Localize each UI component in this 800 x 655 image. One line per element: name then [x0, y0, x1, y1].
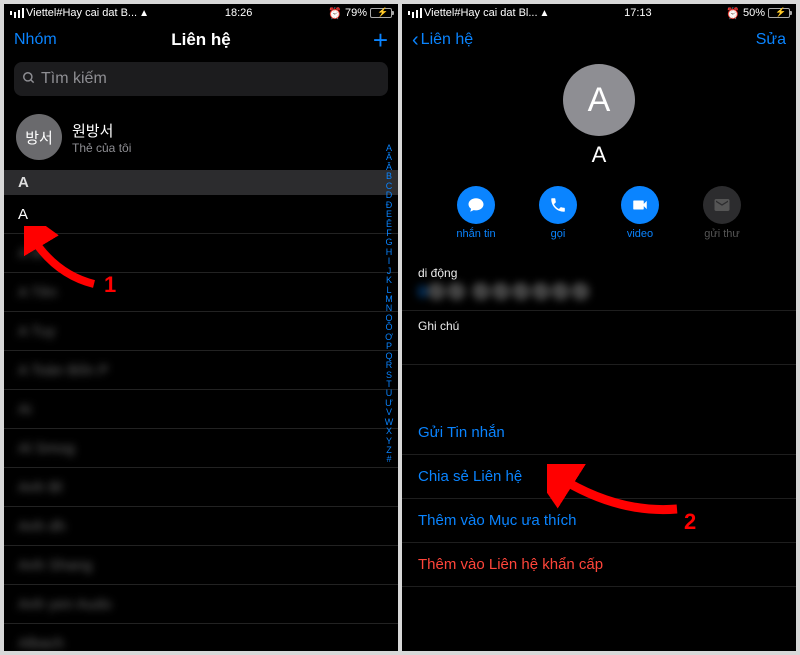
contact-row[interactable]: Anh dh [4, 507, 398, 546]
status-bar: Viettel#Hay cai dat B... ▲ 18:26 ⏰ 79% ⚡ [4, 4, 398, 22]
contact-name: A [402, 142, 796, 168]
contact-row-label: Al Smog [18, 440, 75, 457]
video-icon [621, 186, 659, 224]
contact-row[interactable]: A [4, 195, 398, 234]
search-input[interactable]: Tìm kiếm [14, 62, 388, 96]
contact-row-label: Albach [18, 635, 64, 652]
battery-pct: 79% [345, 7, 367, 19]
contact-row[interactable]: A Tuy [4, 312, 398, 351]
contact-row[interactable]: A M [4, 234, 398, 273]
page-title: Liên hệ [4, 30, 398, 50]
carrier-text: Viettel#Hay cai dat Bl... [424, 7, 538, 19]
groups-button[interactable]: Nhóm [14, 31, 57, 49]
contact-row[interactable]: Anh yen Audo [4, 585, 398, 624]
contact-row-label: Anh Shang [18, 557, 92, 574]
contact-row-label: Anh dh [18, 518, 66, 535]
mobile-value: 0⚫⚫ ⚫⚫⚫⚫⚫⚫ [418, 282, 780, 302]
emergency-row[interactable]: Thêm vào Liên hệ khẩn cấp [402, 543, 796, 587]
avatar: 방서 [16, 114, 62, 160]
contact-row-label: A Toàn Bốn P [18, 362, 109, 379]
contact-avatar[interactable]: A [563, 64, 635, 136]
contact-row[interactable]: Al Smog [4, 429, 398, 468]
call-action[interactable]: gọi [528, 186, 588, 240]
status-bar: Viettel#Hay cai dat Bl... ▲ 17:13 ⏰ 50% … [402, 4, 796, 22]
status-time: 17:13 [624, 7, 652, 19]
mail-label: gửi thư [704, 228, 740, 240]
battery-pct: 50% [743, 7, 765, 19]
wifi-icon: ▲ [139, 8, 149, 19]
contact-row[interactable]: Ai [4, 390, 398, 429]
annotation-step-2: 2 [684, 509, 696, 535]
status-time: 18:26 [225, 7, 253, 19]
battery-icon: ⚡ [370, 8, 392, 18]
share-contact-row[interactable]: Chia sẻ Liên hệ [402, 455, 796, 499]
back-label: Liên hệ [421, 31, 474, 49]
nav-bar: Nhóm Liên hệ + [4, 22, 398, 58]
edit-button[interactable]: Sửa [756, 31, 786, 49]
my-card-name: 원방서 [72, 120, 131, 141]
contact-row[interactable]: Anh Shang [4, 546, 398, 585]
send-message-row[interactable]: Gửi Tin nhắn [402, 411, 796, 455]
notes-field[interactable]: Ghi chú [402, 311, 796, 365]
contact-row[interactable]: Albach [4, 624, 398, 651]
contact-row-label: A [18, 206, 28, 223]
call-label: gọi [551, 228, 566, 240]
contact-row-label: Anh Bl [18, 479, 62, 496]
section-header-a: A [4, 170, 398, 195]
mail-action: gửi thư [692, 186, 752, 240]
my-card[interactable]: 방서 원방서 Thẻ của tôi [4, 104, 398, 170]
contact-row-label: A Tên [18, 284, 57, 301]
action-row: nhắn tin gọi video gửi thư [402, 186, 796, 240]
search-icon [22, 71, 36, 88]
mobile-field[interactable]: di động 0⚫⚫ ⚫⚫⚫⚫⚫⚫ [402, 258, 796, 311]
alarm-icon: ⏰ [328, 7, 342, 20]
alarm-icon: ⏰ [726, 7, 740, 20]
video-action[interactable]: video [610, 186, 670, 240]
contact-row-label: A Tuy [18, 323, 56, 340]
battery-icon: ⚡ [768, 8, 790, 18]
contact-row-label: Ai [18, 401, 31, 418]
contacts-list-screen: Viettel#Hay cai dat B... ▲ 18:26 ⏰ 79% ⚡… [4, 4, 398, 651]
annotation-step-1: 1 [104, 272, 116, 298]
notes-label: Ghi chú [418, 319, 780, 333]
video-label: video [627, 228, 653, 240]
contact-row[interactable]: A Toàn Bốn P [4, 351, 398, 390]
contact-row-label: A M [18, 245, 44, 262]
nav-bar: ‹ Liên hệ Sửa [402, 22, 796, 58]
mail-icon [703, 186, 741, 224]
mobile-label: di động [418, 266, 780, 280]
contact-row-label: Anh yen Audo [18, 596, 111, 613]
contact-row[interactable]: Anh Bl [4, 468, 398, 507]
wifi-icon: ▲ [540, 8, 550, 19]
contact-detail-screen: Viettel#Hay cai dat Bl... ▲ 17:13 ⏰ 50% … [402, 4, 796, 651]
message-action[interactable]: nhắn tin [446, 186, 506, 240]
back-button[interactable]: ‹ Liên hệ [412, 31, 473, 49]
my-card-sub: Thẻ của tôi [72, 141, 131, 155]
phone-icon [539, 186, 577, 224]
contact-row[interactable]: A Tên [4, 273, 398, 312]
message-icon [457, 186, 495, 224]
signal-icon [408, 8, 422, 18]
alpha-index[interactable]: AĂÂBCDĐEÊFGHIJKLMNOÔƠPQRSTUƯVWXYZ# [382, 144, 396, 645]
search-placeholder: Tìm kiếm [41, 70, 107, 88]
add-favorite-row[interactable]: Thêm vào Mục ưa thích [402, 499, 796, 543]
signal-icon [10, 8, 24, 18]
carrier-text: Viettel#Hay cai dat B... [26, 7, 137, 19]
index-letter[interactable]: # [382, 455, 396, 464]
message-label: nhắn tin [456, 228, 495, 240]
